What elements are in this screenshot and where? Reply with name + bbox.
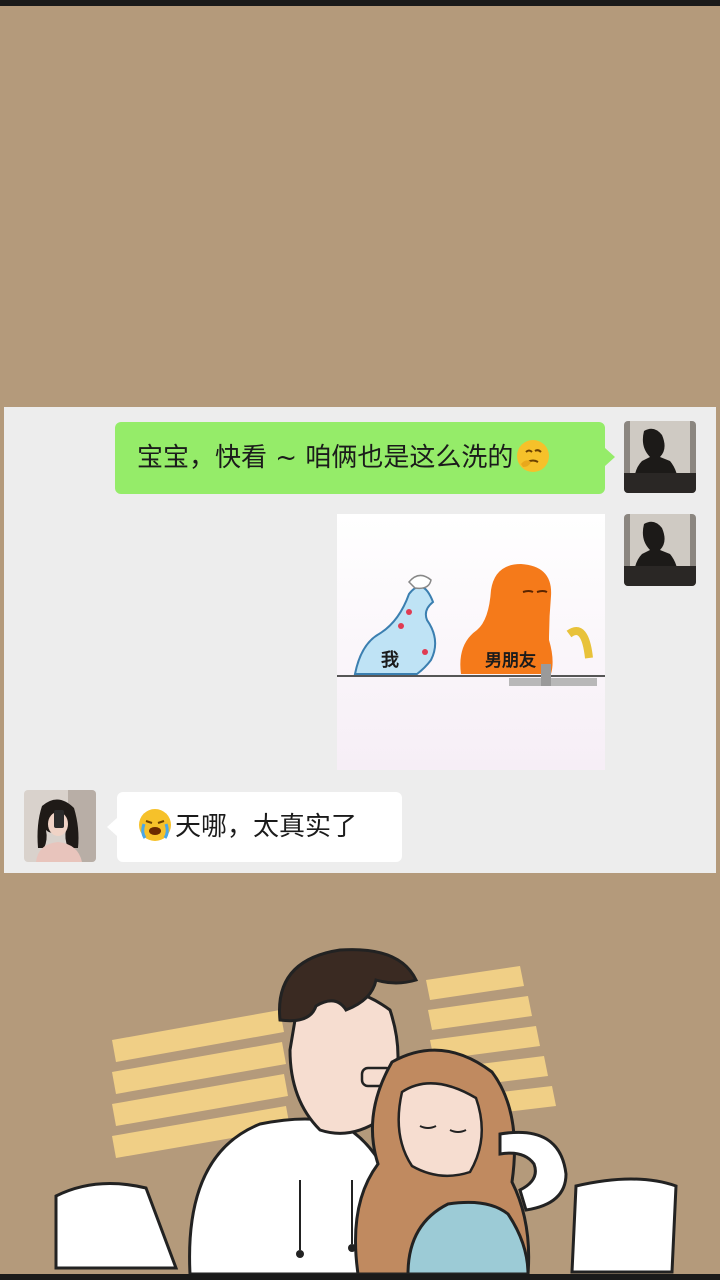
incoming-message-bubble[interactable]: 天哪，太真实了 (107, 792, 402, 862)
friend-avatar[interactable] (24, 790, 96, 862)
sticker-label-boyfriend: 男朋友 (485, 651, 536, 671)
chat-screenshot: 宝宝，快看 ~ 咱俩也是这么洗的 我 男朋友 天哪，太真实了 (4, 407, 716, 873)
message-text: 天哪，太真实了 (175, 812, 358, 842)
crying-face-emoji-icon (139, 808, 171, 841)
status-strip (0, 0, 720, 6)
sticker-label-me: 我 (381, 650, 399, 671)
outgoing-message-bubble[interactable]: 宝宝，快看 ~ 咱俩也是这么洗的 (115, 422, 615, 494)
message-text: 宝宝，快看 ~ 咱俩也是这么洗的 (137, 443, 514, 473)
my-avatar[interactable] (624, 421, 696, 493)
my-avatar[interactable] (624, 514, 696, 586)
couple-illustration (0, 880, 720, 1276)
thinking-face-emoji-icon (517, 439, 550, 472)
bottom-strip (0, 1274, 720, 1280)
sticker-image[interactable]: 我 男朋友 (337, 514, 605, 770)
